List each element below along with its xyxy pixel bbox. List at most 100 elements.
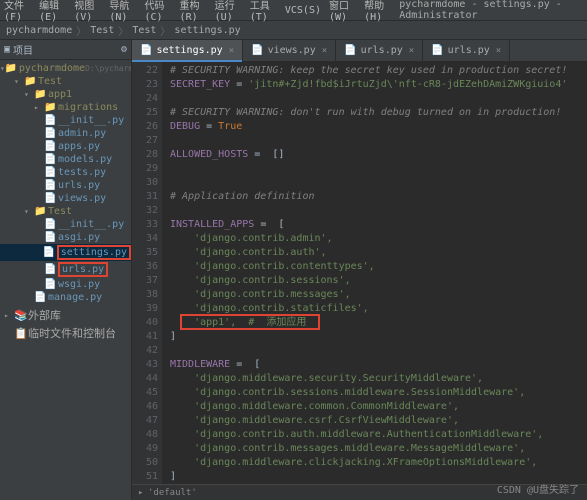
file-icon: 📄 <box>44 154 56 165</box>
code-line[interactable]: DEBUG = True <box>170 120 587 134</box>
tree-item[interactable]: 📄manage.py <box>0 291 131 304</box>
code-line[interactable]: 'django.contrib.staticfiles', <box>170 302 587 316</box>
code-line[interactable]: 'django.contrib.sessions.middleware.Sess… <box>170 386 587 400</box>
tree-item[interactable]: 📄settings.py <box>0 244 131 261</box>
breadcrumb: pycharmdome〉 Test〉 Test〉 settings.py <box>0 20 587 40</box>
code-line[interactable]: 'django.contrib.messages.middleware.Mess… <box>170 442 587 456</box>
tree-item[interactable]: ▾📁Test <box>0 205 131 218</box>
breadcrumb-item[interactable]: pycharmdome <box>6 25 72 36</box>
code-line[interactable]: # Application definition <box>170 190 587 204</box>
file-icon: 📄 <box>44 141 56 152</box>
tree-item[interactable]: 📄models.py <box>0 153 131 166</box>
scratches[interactable]: 📋临时文件和控制台 <box>0 324 131 342</box>
close-icon[interactable]: × <box>229 46 234 56</box>
menu-item[interactable]: 编辑(E) <box>39 0 66 23</box>
folder-icon: 📁 <box>44 102 56 113</box>
code-line[interactable]: 'django.middleware.clickjacking.XFrameOp… <box>170 456 587 470</box>
code-line[interactable] <box>170 134 587 148</box>
menu-bar: 文件(F) 编辑(E) 视图(V) 导航(N) 代码(C) 重构(R) 运行(U… <box>0 0 587 20</box>
code-lines[interactable]: # SECURITY WARNING: keep the secret key … <box>162 62 587 484</box>
code-line[interactable]: SECRET_KEY = 'jitn#+Zjd!fbd$iJrtuZjd\'nf… <box>170 78 587 92</box>
menu-item[interactable]: 视图(V) <box>74 0 101 23</box>
code-line[interactable]: # SECURITY WARNING: keep the secret key … <box>170 64 587 78</box>
tree-item[interactable]: 📄admin.py <box>0 127 131 140</box>
menu-item[interactable]: 文件(F) <box>4 0 31 23</box>
code-editor[interactable]: 2223242526272829303132333435363738394041… <box>132 62 587 484</box>
line-gutter: 2223242526272829303132333435363738394041… <box>132 62 162 484</box>
tree-item[interactable]: ▾📁Test <box>0 75 131 88</box>
editor-tab[interactable]: 📄urls.py× <box>336 40 423 62</box>
gear-icon[interactable]: ⚙ <box>121 44 127 55</box>
tree-item[interactable]: ▾📁app1 <box>0 88 131 101</box>
file-icon: 📄 <box>431 45 443 56</box>
file-icon: 📄 <box>43 247 55 258</box>
sidebar-header: ▣ 项目 ⚙ <box>0 40 131 60</box>
file-icon: 📄 <box>44 180 56 191</box>
code-line[interactable]: 'django.contrib.sessions', <box>170 274 587 288</box>
watermark: CSDN @U盘失踪了 <box>497 481 579 496</box>
code-line[interactable]: 'django.middleware.common.CommonMiddlewa… <box>170 400 587 414</box>
code-line[interactable]: 'django.contrib.auth.middleware.Authenti… <box>170 428 587 442</box>
tree-item[interactable]: 📄__init__.py <box>0 218 131 231</box>
file-icon: 📄 <box>344 45 356 56</box>
code-line[interactable]: 'app1', # 添加应用 <box>170 316 587 330</box>
file-icon: 📄 <box>44 193 56 204</box>
menu-item[interactable]: 运行(U) <box>215 0 242 23</box>
code-line[interactable] <box>170 204 587 218</box>
close-icon[interactable]: × <box>322 46 327 56</box>
tree-item[interactable]: 📄asgi.py <box>0 231 131 244</box>
menu-item[interactable]: VCS(S) <box>285 5 321 16</box>
code-line[interactable]: 'django.contrib.auth', <box>170 246 587 260</box>
project-tree[interactable]: ▾📁pycharmdome D:\pycharmdome▾📁Test▾📁app1… <box>0 60 131 306</box>
code-line[interactable]: 'django.contrib.contenttypes', <box>170 260 587 274</box>
tree-item[interactable]: 📄apps.py <box>0 140 131 153</box>
project-sidebar: ▣ 项目 ⚙ ▾📁pycharmdome D:\pycharmdome▾📁Tes… <box>0 40 132 500</box>
code-line[interactable] <box>170 92 587 106</box>
menu-item[interactable]: 帮助(H) <box>364 0 391 23</box>
close-icon[interactable]: × <box>409 46 414 56</box>
code-line[interactable]: MIDDLEWARE = [ <box>170 358 587 372</box>
code-line[interactable] <box>170 344 587 358</box>
code-line[interactable] <box>170 162 587 176</box>
close-icon[interactable]: × <box>496 46 501 56</box>
tree-item[interactable]: 📄views.py <box>0 192 131 205</box>
folder-icon: 📁 <box>34 206 46 217</box>
menu-item[interactable]: 代码(C) <box>144 0 171 23</box>
tree-item[interactable]: ▸📁migrations <box>0 101 131 114</box>
menu-item[interactable]: 窗口(W) <box>329 0 356 23</box>
file-icon: 📄 <box>44 232 56 243</box>
code-line[interactable]: ] <box>170 330 587 344</box>
file-icon: 📄 <box>140 45 152 56</box>
editor-tab[interactable]: 📄settings.py× <box>132 40 243 62</box>
code-line[interactable]: INSTALLED_APPS = [ <box>170 218 587 232</box>
file-icon: 📄 <box>251 45 263 56</box>
tree-item[interactable]: 📄__init__.py <box>0 114 131 127</box>
file-icon: 📄 <box>44 219 56 230</box>
breadcrumb-item[interactable]: settings.py <box>174 25 240 36</box>
editor-tabs: 📄settings.py×📄views.py×📄urls.py×📄urls.py… <box>132 40 587 62</box>
project-icon: ▣ <box>4 44 10 55</box>
editor-tab[interactable]: 📄urls.py× <box>423 40 510 62</box>
folder-icon: 📁 <box>24 76 36 87</box>
tree-item[interactable]: 📄urls.py <box>0 179 131 192</box>
external-libs[interactable]: ▸📚外部库 <box>0 306 131 324</box>
tree-item[interactable]: 📄urls.py <box>0 261 131 278</box>
breadcrumb-item[interactable]: Test <box>90 25 114 36</box>
tree-item[interactable]: 📄tests.py <box>0 166 131 179</box>
file-icon: 📄 <box>44 167 56 178</box>
tree-item[interactable]: ▾📁pycharmdome D:\pycharmdome <box>0 62 131 75</box>
tree-item[interactable]: 📄wsgi.py <box>0 278 131 291</box>
menu-item[interactable]: 工具(T) <box>250 0 277 23</box>
code-line[interactable]: # SECURITY WARNING: don't run with debug… <box>170 106 587 120</box>
code-line[interactable] <box>170 176 587 190</box>
code-line[interactable]: 'django.middleware.csrf.CsrfViewMiddlewa… <box>170 414 587 428</box>
code-line[interactable]: 'django.contrib.messages', <box>170 288 587 302</box>
folder-icon: 📁 <box>5 63 17 74</box>
code-line[interactable]: ALLOWED_HOSTS = [] <box>170 148 587 162</box>
code-line[interactable]: 'django.contrib.admin', <box>170 232 587 246</box>
breadcrumb-item[interactable]: Test <box>132 25 156 36</box>
menu-item[interactable]: 重构(R) <box>180 0 207 23</box>
code-line[interactable]: 'django.middleware.security.SecurityMidd… <box>170 372 587 386</box>
editor-tab[interactable]: 📄views.py× <box>243 40 336 62</box>
menu-item[interactable]: 导航(N) <box>109 0 136 23</box>
